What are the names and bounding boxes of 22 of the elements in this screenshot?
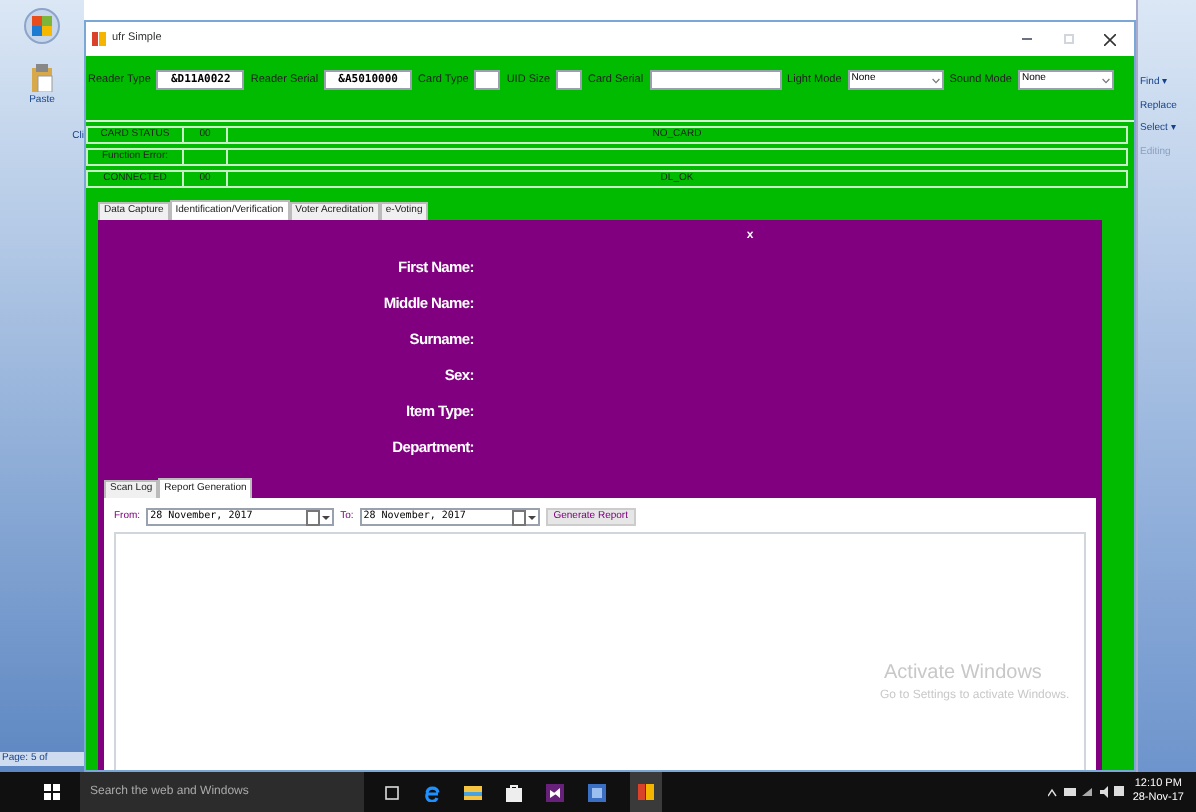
clipboard-icon[interactable] [30, 64, 54, 92]
visual-studio-icon[interactable] [546, 783, 564, 801]
folder-icon[interactable] [464, 784, 482, 800]
calendar-dropdown-icon[interactable] [511, 509, 536, 525]
chevron-down-icon[interactable] [931, 77, 940, 83]
chevron-down-icon[interactable] [1101, 77, 1110, 83]
text-field[interactable] [474, 70, 501, 90]
text-field[interactable] [649, 70, 782, 90]
browser-icon[interactable] [424, 783, 440, 801]
text-field[interactable] [556, 70, 583, 90]
document-app-icon[interactable] [588, 783, 606, 801]
office-logo-icon [32, 16, 52, 36]
app-icon [92, 32, 106, 46]
taskbar-app-button[interactable] [630, 772, 662, 812]
app-icon [638, 784, 654, 800]
office-button[interactable] [24, 8, 60, 44]
windows-start-icon[interactable] [44, 784, 60, 800]
close-icon[interactable] [1104, 33, 1116, 45]
calendar-dropdown-icon[interactable] [306, 509, 331, 525]
shopping-bag-icon[interactable] [506, 783, 522, 801]
tray-icons-drawing[interactable] [1048, 786, 1125, 798]
task-view-icon[interactable] [384, 785, 400, 799]
